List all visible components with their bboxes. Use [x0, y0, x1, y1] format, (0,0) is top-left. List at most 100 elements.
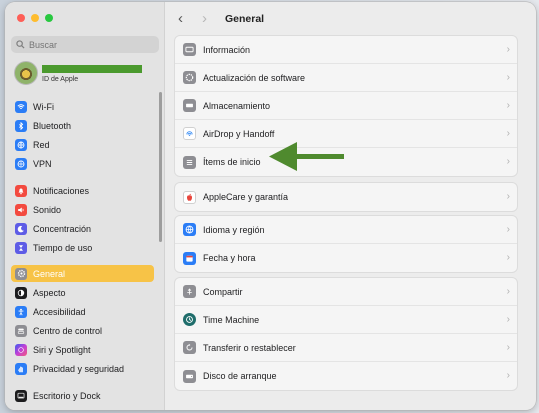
row-label: Disco de arranque: [203, 371, 277, 381]
row-idioma-region[interactable]: Idioma y región ›: [175, 216, 517, 244]
sidebar-item-sonido[interactable]: Sonido: [11, 201, 154, 218]
chevron-right-icon: ›: [506, 370, 510, 381]
row-fecha-hora[interactable]: Fecha y hora ›: [175, 244, 517, 272]
chevron-right-icon: ›: [506, 44, 510, 55]
row-label: Información: [203, 44, 251, 55]
moon-icon: [15, 222, 27, 235]
hand-icon: [15, 362, 27, 375]
speaker-icon: [15, 203, 27, 216]
account-subtitle: ID de Apple: [42, 76, 79, 83]
disk-icon: [183, 369, 196, 383]
apple-id-account[interactable]: ID de Apple: [14, 60, 159, 88]
chevron-right-icon: ›: [506, 224, 510, 235]
share-icon: [183, 285, 196, 298]
sidebar: ID de Apple Wi-Fi Bluetooth Red VPN: [5, 2, 165, 410]
avatar: [14, 61, 38, 85]
airdrop-icon: [183, 127, 196, 140]
sidebar-item-label: Privacidad y seguridad: [33, 363, 125, 374]
row-time-machine[interactable]: Time Machine ›: [175, 306, 517, 334]
row-label: Actualización de software: [203, 72, 306, 83]
settings-group-sharing: Compartir › Time Machine › Transferir o …: [174, 277, 518, 391]
language-globe-icon: [183, 223, 196, 236]
appearance-icon: [15, 286, 27, 299]
search-field[interactable]: [11, 36, 159, 53]
chevron-right-icon: ›: [506, 286, 510, 297]
row-label: AirDrop y Handoff: [203, 128, 275, 139]
sidebar-item-privacidad[interactable]: Privacidad y seguridad: [11, 360, 154, 377]
row-transferir-restablecer[interactable]: Transferir o restablecer ›: [175, 334, 517, 362]
sidebar-item-label: Bluetooth: [33, 120, 72, 131]
chevron-right-icon: ›: [506, 191, 510, 202]
sidebar-item-label: Sonido: [33, 204, 62, 215]
sidebar-item-accesibilidad[interactable]: Accesibilidad: [11, 303, 154, 320]
row-label: Ítems de inicio: [203, 157, 261, 167]
row-label: AppleCare y garantía: [203, 192, 289, 202]
annotation-arrow: [269, 142, 344, 171]
sidebar-item-label: Accesibilidad: [33, 306, 86, 317]
wifi-icon: [15, 100, 27, 113]
back-button[interactable]: ‹: [178, 11, 183, 26]
sidebar-item-label: Aspecto: [33, 287, 66, 298]
close-window-button[interactable]: [17, 14, 25, 22]
info-icon: [183, 43, 196, 56]
chevron-right-icon: ›: [506, 156, 510, 167]
software-update-icon: [183, 71, 196, 84]
sidebar-item-vpn[interactable]: VPN: [11, 155, 154, 172]
sidebar-item-label: Concentración: [33, 223, 92, 234]
sidebar-item-centro-de-control[interactable]: Centro de control: [11, 322, 154, 339]
row-label: Transferir o restablecer: [203, 342, 296, 353]
sidebar-item-bluetooth[interactable]: Bluetooth: [11, 117, 154, 134]
chevron-right-icon: ›: [506, 100, 510, 111]
row-actualizacion-software[interactable]: Actualización de software ›: [175, 64, 517, 92]
sidebar-item-label: Siri y Spotlight: [33, 344, 91, 355]
sidebar-scrollbar[interactable]: [159, 92, 162, 242]
row-applecare[interactable]: AppleCare y garantía ›: [175, 183, 517, 211]
sidebar-item-label: VPN: [33, 158, 52, 169]
reset-icon: [183, 341, 196, 354]
sidebar-item-escritorio-dock[interactable]: Escritorio y Dock: [11, 387, 154, 404]
row-almacenamiento[interactable]: Almacenamiento ›: [175, 92, 517, 120]
row-label: Idioma y región: [203, 224, 265, 235]
sidebar-item-label: Escritorio y Dock: [33, 390, 101, 401]
sidebar-item-red[interactable]: Red: [11, 136, 154, 153]
row-informacion[interactable]: Información ›: [175, 36, 517, 64]
sidebar-item-label: General: [33, 268, 66, 279]
content-header: ‹ › General: [165, 2, 536, 36]
chevron-right-icon: ›: [506, 128, 510, 139]
chevron-right-icon: ›: [506, 252, 510, 263]
redacted-account-name: [42, 65, 142, 73]
hourglass-icon: [15, 241, 27, 254]
time-machine-icon: [183, 313, 196, 326]
bell-icon: [15, 184, 27, 197]
dock-icon: [15, 389, 27, 402]
vpn-globe-icon: [15, 157, 27, 170]
row-label: Compartir: [203, 286, 243, 297]
chevron-right-icon: ›: [506, 342, 510, 353]
forward-button[interactable]: ›: [202, 11, 207, 26]
sidebar-item-general[interactable]: General: [11, 265, 154, 282]
bluetooth-icon: [15, 119, 27, 132]
page-title: General: [225, 13, 265, 25]
login-items-icon: [183, 155, 196, 169]
siri-icon: [15, 343, 27, 356]
sidebar-item-label: Notificaciones: [33, 185, 90, 196]
settings-group-applecare: AppleCare y garantía ›: [174, 182, 518, 212]
settings-group-locale: Idioma y región › Fecha y hora ›: [174, 215, 518, 273]
sidebar-item-tiempo-de-uso[interactable]: Tiempo de uso: [11, 239, 154, 256]
search-input[interactable]: [29, 39, 149, 50]
chevron-right-icon: ›: [506, 72, 510, 83]
sidebar-item-aspecto[interactable]: Aspecto: [11, 284, 154, 301]
minimize-window-button[interactable]: [31, 14, 39, 22]
row-compartir[interactable]: Compartir ›: [175, 278, 517, 306]
globe-icon: [15, 138, 27, 151]
sidebar-item-label: Wi-Fi: [33, 101, 54, 112]
sidebar-item-notificaciones[interactable]: Notificaciones: [11, 182, 154, 199]
row-disco-arranque[interactable]: Disco de arranque ›: [175, 362, 517, 390]
sidebar-item-siri-spotlight[interactable]: Siri y Spotlight: [11, 341, 154, 358]
sidebar-item-concentracion[interactable]: Concentración: [11, 220, 154, 237]
sidebar-item-label: Red: [33, 139, 50, 150]
sidebar-item-wifi[interactable]: Wi-Fi: [11, 98, 154, 115]
control-center-icon: [15, 324, 27, 337]
zoom-window-button[interactable]: [45, 14, 53, 22]
chevron-right-icon: ›: [506, 314, 510, 325]
